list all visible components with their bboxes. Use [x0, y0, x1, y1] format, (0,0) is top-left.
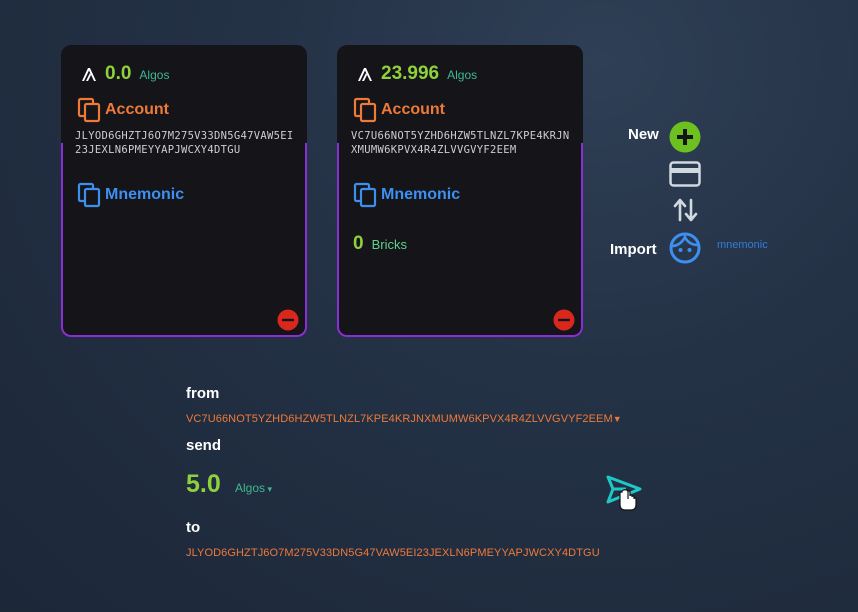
remove-account-button[interactable]: [277, 309, 299, 331]
account-address: JLYOD6GHZTJ6O7M275V33DN5G47VAW5EI23JEXLN…: [75, 130, 294, 156]
bricks-value: 0: [353, 233, 364, 254]
balance-value: 0.0: [105, 63, 132, 84]
to-label: to: [186, 519, 201, 536]
send-button[interactable]: [604, 472, 644, 512]
account-card-1: 0.0 Algos Account JLYOD6GHZTJ6O7M275V33D…: [61, 45, 307, 337]
balance-value: 23.996: [381, 63, 440, 84]
send-unit: Algos: [235, 481, 266, 495]
chevron-down-icon: ▾: [265, 484, 273, 494]
add-account-button[interactable]: [669, 121, 701, 153]
bricks-balance: 0 Bricks: [353, 233, 407, 255]
account-label: Account: [105, 101, 169, 118]
balance-unit: Algos: [447, 68, 478, 82]
mnemonic-label: Mnemonic: [381, 186, 461, 203]
import-account-label: Import: [610, 241, 657, 258]
from-address-select[interactable]: VC7U66NOT5YZHD6HZW5TLNZL7KPE4KRJNXMUMW6K…: [186, 413, 622, 425]
balance-unit: Algos: [139, 68, 170, 82]
send-amount-input[interactable]: 5.0: [186, 470, 221, 499]
copy-icon: [353, 97, 377, 123]
copy-mnemonic-button[interactable]: Mnemonic: [353, 182, 460, 208]
remove-account-button[interactable]: [553, 309, 575, 331]
card-icon[interactable]: [669, 161, 701, 187]
new-account-label: New: [628, 126, 659, 143]
account-card-2: 23.996 Algos Account VC7U66NOT5YZHD6HZW5…: [337, 45, 583, 337]
balance-row: 23.996 Algos: [357, 63, 477, 85]
copy-account-button[interactable]: Account: [77, 97, 169, 123]
copy-icon: [77, 182, 101, 208]
copy-icon: [353, 182, 377, 208]
face-icon[interactable]: [669, 232, 701, 264]
copy-account-button[interactable]: Account: [353, 97, 445, 123]
account-label: Account: [381, 101, 445, 118]
copy-icon: [77, 97, 101, 123]
balance-row: 0.0 Algos: [81, 63, 169, 85]
algorand-logo-icon: [82, 68, 96, 81]
send-unit-select[interactable]: Algos ▾: [235, 481, 272, 495]
mnemonic-label: Mnemonic: [105, 186, 185, 203]
send-label: send: [186, 437, 222, 454]
bricks-unit: Bricks: [371, 237, 407, 252]
account-address: VC7U66NOT5YZHD6HZW5TLNZL7KPE4KRJNXMUMW6K…: [351, 130, 570, 156]
copy-mnemonic-button[interactable]: Mnemonic: [77, 182, 184, 208]
algorand-logo-icon: [358, 68, 372, 81]
from-address: VC7U66NOT5YZHD6HZW5TLNZL7KPE4KRJNXMUMW6K…: [186, 413, 613, 425]
from-label: from: [186, 385, 220, 402]
to-address[interactable]: JLYOD6GHZTJ6O7M275V33DN5G47VAW5EI23JEXLN…: [186, 547, 600, 559]
mnemonic-hint: mnemonic: [717, 239, 768, 251]
chevron-down-icon: ▼: [612, 414, 622, 424]
swap-arrows-icon[interactable]: [672, 196, 700, 224]
